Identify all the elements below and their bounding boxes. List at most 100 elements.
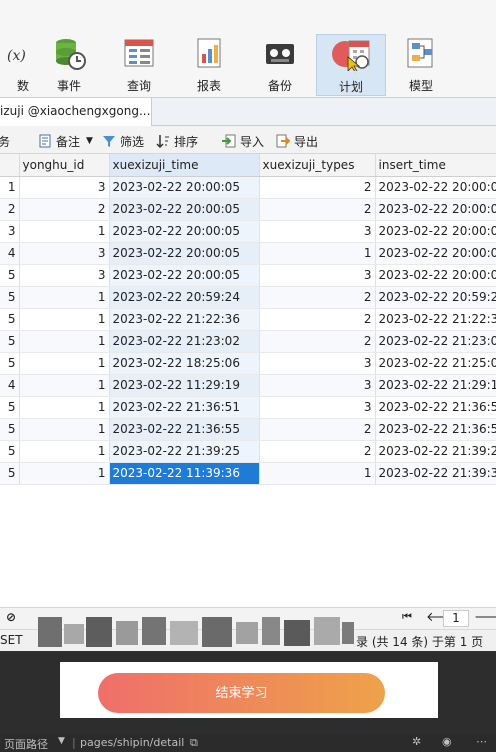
cell-xuexizuji-types[interactable]: 3 [259, 264, 376, 287]
table-row[interactable]: 4 3 2023-02-22 20:00:05 1 2023-02-22 20:00:0… [0, 242, 496, 265]
cell-id[interactable]: 1 [0, 176, 20, 199]
stop-icon[interactable]: ⊘ [6, 610, 16, 624]
cell-insert-time[interactable]: 2023-02-22 20:00:05 [375, 198, 496, 221]
cell-xuexizuji-types[interactable]: 3 [259, 220, 376, 243]
cell-xuexizuji-time[interactable]: 2023-02-22 11:39:36 [109, 462, 260, 485]
cell-id[interactable]: 5 [0, 352, 20, 375]
cell-insert-time[interactable]: 2023-02-22 20:00:05 [375, 242, 496, 265]
cell-insert-time[interactable]: 2023-02-22 21:22:36 [375, 308, 496, 331]
cell-xuexizuji-time[interactable]: 2023-02-22 20:00:05 [109, 264, 260, 287]
cell-id[interactable]: 4 [0, 374, 20, 397]
cell-xuexizuji-types[interactable]: 1 [259, 242, 376, 265]
cell-xuexizuji-types[interactable]: 2 [259, 330, 376, 353]
cell-yonghu-id[interactable]: 3 [19, 176, 110, 199]
cell-xuexizuji-time[interactable]: 2023-02-22 21:36:51 [109, 396, 260, 419]
cell-xuexizuji-time[interactable]: 2023-02-22 20:59:24 [109, 286, 260, 309]
table-row[interactable]: 5 1 2023-02-22 21:39:25 2 2023-02-22 21:39:2… [0, 440, 496, 463]
cell-xuexizuji-types[interactable]: 2 [259, 286, 376, 309]
cell-id[interactable]: 5 [0, 330, 20, 353]
cell-xuexizuji-time[interactable]: 2023-02-22 20:00:05 [109, 176, 260, 199]
cell-xuexizuji-time[interactable]: 2023-02-22 11:29:19 [109, 374, 260, 397]
next-page-icon[interactable]: 🡒 [474, 609, 496, 625]
bug-icon[interactable]: ✲ [412, 735, 421, 748]
more-icon[interactable]: ⋯ [476, 735, 487, 748]
cell-xuexizuji-types[interactable]: 3 [259, 352, 376, 375]
table-row[interactable]: 5 1 2023-02-22 21:36:55 2 2023-02-22 21:36:5… [0, 418, 496, 441]
cell-insert-time[interactable]: 2023-02-22 21:36:55 [375, 418, 496, 441]
cell-id[interactable]: 4 [0, 242, 20, 265]
dropdown-arrow-icon[interactable]: ▼ [86, 136, 93, 146]
cell-xuexizuji-time[interactable]: 2023-02-22 20:00:05 [109, 220, 260, 243]
cell-xuexizuji-types[interactable]: 3 [259, 396, 376, 419]
cell-xuexizuji-types[interactable]: 1 [259, 462, 376, 485]
export-button[interactable]: 导出 [276, 132, 318, 150]
column-header-id[interactable] [0, 154, 20, 177]
cell-xuexizuji-time[interactable]: 2023-02-22 21:22:36 [109, 308, 260, 331]
cell-xuexizuji-time[interactable]: 2023-02-22 21:23:02 [109, 330, 260, 353]
table-row[interactable]: 5 1 2023-02-22 21:36:51 3 2023-02-22 21:36:5… [0, 396, 496, 419]
column-header-xuexizuji-types[interactable]: xuexizuji_types [259, 154, 376, 177]
sort-button[interactable]: 排序 [156, 132, 198, 150]
cell-insert-time[interactable]: 2023-02-22 20:00:05 [375, 220, 496, 243]
cell-id[interactable]: 5 [0, 264, 20, 287]
cell-insert-time[interactable]: 2023-02-22 21:39:36 [375, 462, 496, 485]
cell-xuexizuji-time[interactable]: 2023-02-22 18:25:06 [109, 352, 260, 375]
cell-xuexizuji-types[interactable]: 2 [259, 418, 376, 441]
cell-yonghu-id[interactable]: 2 [19, 198, 110, 221]
table-row[interactable]: 5 1 2023-02-22 21:23:02 2 2023-02-22 21:23:0… [0, 330, 496, 353]
cell-insert-time[interactable]: 2023-02-22 21:39:25 [375, 440, 496, 463]
toolbar-schedule-button[interactable]: 计划 [316, 34, 386, 96]
cell-yonghu-id[interactable]: 1 [19, 418, 110, 441]
table-row[interactable]: 5 1 2023-02-22 20:59:24 2 2023-02-22 20:59:2… [0, 286, 496, 309]
first-page-icon[interactable]: ⏮ [402, 610, 412, 624]
cell-xuexizuji-types[interactable]: 3 [259, 374, 376, 397]
column-header-insert-time[interactable]: insert_time [375, 154, 496, 177]
cell-id[interactable]: 5 [0, 462, 20, 485]
cell-insert-time[interactable]: 2023-02-22 21:36:51 [375, 396, 496, 419]
table-row[interactable]: 5 3 2023-02-22 20:00:05 3 2023-02-22 20:00:0… [0, 264, 496, 287]
cell-insert-time[interactable]: 2023-02-22 21:25:06 [375, 352, 496, 375]
cell-xuexizuji-time[interactable]: 2023-02-22 20:00:05 [109, 198, 260, 221]
cell-id[interactable]: 3 [0, 220, 20, 243]
cell-id[interactable]: 5 [0, 418, 20, 441]
page-number-field[interactable]: 1 [443, 610, 469, 627]
cell-yonghu-id[interactable]: 1 [19, 374, 110, 397]
cell-yonghu-id[interactable]: 3 [19, 264, 110, 287]
comment-button[interactable]: 备注 ▼ [38, 132, 93, 150]
cell-insert-time[interactable]: 2023-02-22 20:59:24 [375, 286, 496, 309]
cell-id[interactable]: 5 [0, 286, 20, 309]
copy-icon[interactable]: ⧉ [190, 736, 198, 750]
cell-yonghu-id[interactable]: 1 [19, 330, 110, 353]
column-header-yonghu-id[interactable]: yonghu_id [19, 154, 110, 177]
cell-yonghu-id[interactable]: 1 [19, 396, 110, 419]
table-row[interactable]: 3 1 2023-02-22 20:00:05 3 2023-02-22 20:00:0… [0, 220, 496, 243]
cell-xuexizuji-types[interactable]: 2 [259, 440, 376, 463]
cell-insert-time[interactable]: 2023-02-22 21:23:02 [375, 330, 496, 353]
toolbar-model-button[interactable]: 模型 [389, 34, 453, 96]
cell-yonghu-id[interactable]: 1 [19, 220, 110, 243]
cell-id[interactable]: 5 [0, 440, 20, 463]
cell-id[interactable]: 5 [0, 396, 20, 419]
eye-icon[interactable]: ◉ [442, 735, 452, 748]
cell-xuexizuji-time[interactable]: 2023-02-22 21:39:25 [109, 440, 260, 463]
table-row[interactable]: 5 1 2023-02-22 21:22:36 2 2023-02-22 21:22:3… [0, 308, 496, 331]
cell-xuexizuji-time[interactable]: 2023-02-22 21:36:55 [109, 418, 260, 441]
tab-table[interactable]: izuji @xiaochengxgong... [0, 98, 152, 126]
end-study-button[interactable]: 结束学习 [98, 673, 385, 713]
table-row[interactable]: 5 1 2023-02-22 18:25:06 3 2023-02-22 21:25:0… [0, 352, 496, 375]
cell-yonghu-id[interactable]: 3 [19, 242, 110, 265]
import-button[interactable]: 导入 [222, 132, 264, 150]
toolbar-event-button[interactable]: 事件 [37, 34, 101, 96]
cell-yonghu-id[interactable]: 1 [19, 462, 110, 485]
cell-yonghu-id[interactable]: 1 [19, 308, 110, 331]
path-dropdown-icon[interactable]: ▼ [58, 736, 65, 746]
transaction-button[interactable]: 务 [0, 132, 10, 150]
cell-xuexizuji-types[interactable]: 2 [259, 308, 376, 331]
toolbar-query-button[interactable]: 查询 [107, 34, 171, 96]
cell-yonghu-id[interactable]: 1 [19, 352, 110, 375]
table-row[interactable]: 4 1 2023-02-22 11:29:19 3 2023-02-22 21:29:1… [0, 374, 496, 397]
toolbar-function-button[interactable]: (x) 数 [0, 34, 42, 96]
cell-yonghu-id[interactable]: 1 [19, 440, 110, 463]
cell-insert-time[interactable]: 2023-02-22 21:29:19 [375, 374, 496, 397]
cell-insert-time[interactable]: 2023-02-22 20:00:05 [375, 176, 496, 199]
